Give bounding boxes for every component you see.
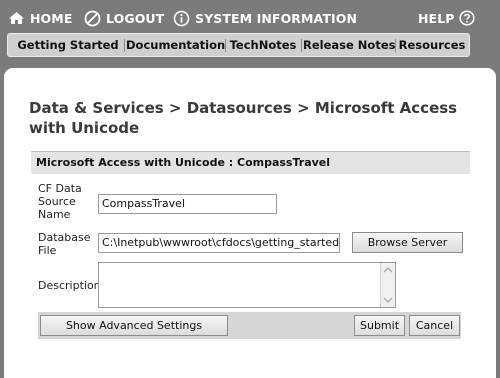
database-file-input[interactable]: C:\Inetpub\wwwroot\cfdocs\getting_starte…	[98, 233, 340, 253]
home-link[interactable]: HOME	[8, 9, 72, 27]
description-textarea[interactable]	[98, 262, 396, 308]
submit-button[interactable]: Submit	[354, 315, 405, 336]
nav-divider	[395, 39, 396, 52]
datasource-panel-header: Microsoft Access with Unicode : CompassT…	[31, 151, 470, 174]
database-file-label: Database File	[38, 231, 91, 257]
top-nav: HOME LOGOUT SYSTEM INFORMATION HELP	[0, 0, 500, 36]
home-icon	[8, 11, 25, 25]
description-label: Description	[38, 279, 101, 292]
help-link[interactable]: HELP	[418, 9, 475, 27]
nav-documentation[interactable]: Documentation	[126, 34, 225, 56]
nav-resources[interactable]: Resources	[397, 34, 467, 56]
help-label: HELP	[418, 10, 455, 26]
cf-data-source-name-label: CF Data Source Name	[38, 182, 82, 221]
secondary-nav: Getting Started Documentation TechNotes …	[7, 33, 470, 57]
scroll-down-arrow-icon[interactable]	[383, 295, 393, 305]
nav-technotes[interactable]: TechNotes	[227, 34, 299, 56]
nav-divider	[225, 39, 226, 52]
scroll-up-arrow-icon[interactable]	[383, 265, 393, 275]
page-title: Data & Services > Datasources > Microsof…	[29, 99, 458, 137]
nav-divider	[301, 39, 302, 52]
home-label: HOME	[30, 10, 73, 26]
logout-icon	[84, 10, 101, 27]
show-advanced-settings-button[interactable]: Show Advanced Settings	[40, 315, 228, 336]
system-information-link[interactable]: SYSTEM INFORMATION	[173, 9, 357, 27]
textarea-scrollbar[interactable]	[380, 263, 395, 307]
system-information-label: SYSTEM INFORMATION	[195, 10, 358, 26]
nav-getting-started[interactable]: Getting Started	[14, 34, 122, 56]
cf-data-source-name-input[interactable]: CompassTravel	[98, 194, 277, 214]
info-icon	[173, 10, 190, 27]
logout-label: LOGOUT	[106, 10, 165, 26]
nav-release-notes[interactable]: Release Notes	[303, 34, 395, 56]
nav-divider	[124, 39, 125, 52]
logout-link[interactable]: LOGOUT	[84, 9, 164, 27]
browse-server-button[interactable]: Browse Server	[352, 232, 463, 253]
cancel-button[interactable]: Cancel	[409, 315, 460, 336]
help-icon	[458, 10, 475, 26]
